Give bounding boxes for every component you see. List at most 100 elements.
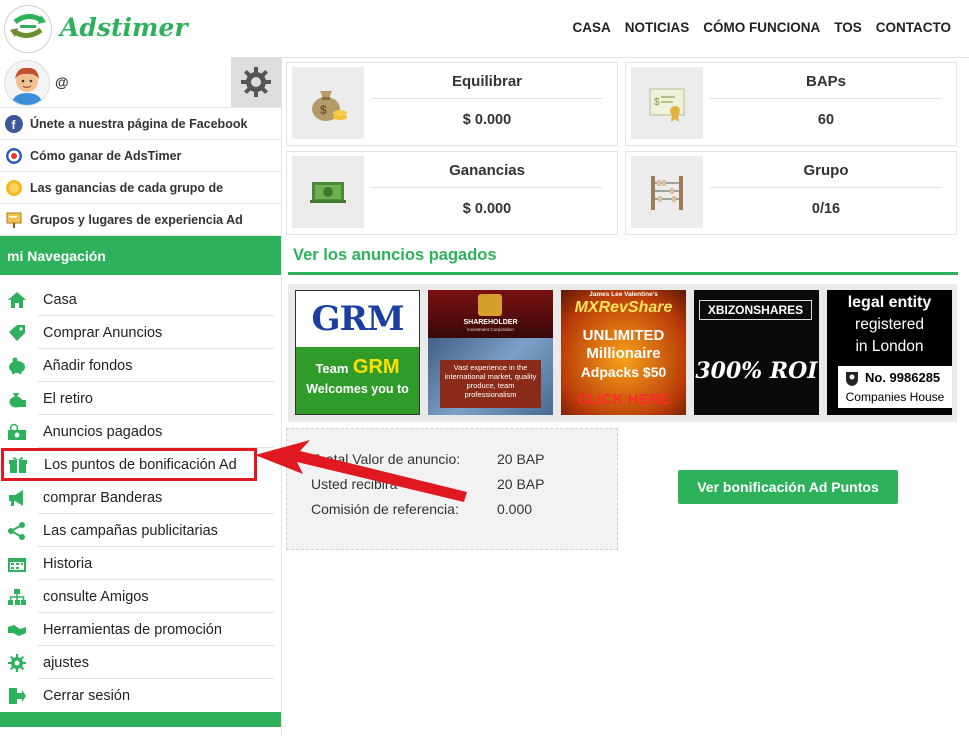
- main-menu: Casa Comprar Anuncios Añadir fondos El r…: [0, 283, 281, 712]
- menu-label-campanas: Las campañas publicitarias: [43, 522, 218, 539]
- section-title: Ver los anuncios pagados: [293, 246, 497, 264]
- nav-noticias[interactable]: NOTICIAS: [625, 20, 690, 35]
- target-icon: [5, 147, 23, 165]
- money-bag-icon: $: [292, 67, 364, 139]
- handshake-icon: [6, 620, 28, 640]
- home-icon: [6, 290, 28, 310]
- menu-item-el-retiro[interactable]: El retiro: [0, 382, 281, 415]
- menu-item-casa[interactable]: Casa: [0, 283, 281, 316]
- ad-grm-welcome: Welcomes you to: [306, 382, 409, 396]
- menu-item-comprar-banderas[interactable]: comprar Banderas: [0, 481, 281, 514]
- nav-casa[interactable]: CASA: [572, 20, 610, 35]
- ad-legal-line2: registered: [855, 316, 924, 333]
- section-divider: [288, 272, 958, 275]
- banknotes-icon: [292, 156, 364, 228]
- menu-item-campanas[interactable]: Las campañas publicitarias: [0, 514, 281, 547]
- logo-icon[interactable]: [4, 5, 52, 53]
- gear-icon: [241, 67, 271, 97]
- ad-mx-click: CLICK HERE: [577, 391, 670, 408]
- username-redacted: [70, 73, 134, 91]
- menu-label-el-retiro: El retiro: [43, 390, 93, 407]
- sidebar-links: f Únete a nuestra página de Facebook Cóm…: [0, 108, 281, 236]
- share-icon: [6, 521, 28, 541]
- logout-icon: [6, 686, 28, 706]
- coin-icon: [5, 179, 23, 197]
- brand-name[interactable]: Adstimer: [60, 13, 188, 42]
- ad-legal-number: No. 9986285: [865, 370, 941, 385]
- ad-groups-link[interactable]: Grupos y lugares de experiencia Ad: [0, 204, 281, 236]
- sitemap-icon: [6, 587, 28, 607]
- ad-banner-shareholder[interactable]: SHAREHOLDER Investment Corporation Vast …: [428, 290, 553, 415]
- menu-item-cerrar-sesion[interactable]: Cerrar sesión: [0, 679, 281, 712]
- menu-item-comprar-anuncios[interactable]: Comprar Anuncios: [0, 316, 281, 349]
- ad-grm-team: Team: [315, 361, 349, 376]
- group-earnings-link[interactable]: Las ganancias de cada grupo de: [0, 172, 281, 204]
- card-title-grupo: Grupo: [803, 162, 849, 179]
- menu-item-herramientas[interactable]: Herramientas de promoción: [0, 613, 281, 646]
- card-equilibrar: $ Equilibrar $ 0.000: [286, 62, 618, 146]
- group-earnings-label: Las ganancias de cada grupo de: [30, 180, 224, 195]
- menu-item-anadir-fondos[interactable]: Añadir fondos: [0, 349, 281, 382]
- menu-label-puntos-bonificacion: Los puntos de bonificación Ad: [44, 456, 237, 473]
- ad-xbiz-brand: XBIZONSHARES: [699, 300, 812, 320]
- svg-text:$: $: [654, 97, 660, 108]
- crest-icon: [843, 369, 861, 392]
- menu-item-consulte-amigos[interactable]: consulte Amigos: [0, 580, 281, 613]
- ad-banner-mxrevshare[interactable]: James Lee Valentine's MXRevShare UNLIMIT…: [561, 290, 686, 415]
- sidebar: @ f Únete a nuestra página de Facebook C…: [0, 57, 282, 736]
- ad-banner-xbizonshares[interactable]: XBIZONSHARES 300% ROI: [694, 290, 819, 415]
- top-nav: CASA NOTICIAS CÓMO FUNCIONA TOS CONTACTO: [572, 20, 951, 35]
- gift-icon: [7, 455, 29, 475]
- menu-label-comprar-banderas: comprar Banderas: [43, 489, 163, 506]
- stat-value-total: 20 BAP: [497, 451, 545, 467]
- ad-legal-house: Companies House: [845, 390, 945, 404]
- profile-panel: @: [0, 57, 281, 108]
- sidebar-footer-bar: [0, 712, 281, 727]
- facebook-page-link[interactable]: f Únete a nuestra página de Facebook: [0, 108, 281, 140]
- ad-shareholder-text: Vast experience in the international mar…: [440, 360, 541, 408]
- menu-label-anuncios-pagados: Anuncios pagados: [43, 423, 163, 440]
- ad-shareholder-sub: Investment Corporation: [467, 327, 514, 332]
- ad-xbiz-roi: 300% ROI: [695, 358, 818, 384]
- ad-mx-unlimited: UNLIMITED: [582, 327, 665, 344]
- menu-label-herramientas: Herramientas de promoción: [43, 621, 222, 638]
- card-value-equilibrar: $ 0.000: [462, 112, 512, 128]
- avatar: [4, 60, 50, 106]
- ad-banner-grm[interactable]: GRM Team GRM Welcomes you to: [295, 290, 420, 415]
- settings-button[interactable]: [231, 57, 281, 107]
- megaphone-icon: [6, 488, 28, 508]
- nav-contacto[interactable]: CONTACTO: [876, 20, 951, 35]
- how-to-earn-link[interactable]: Cómo ganar de AdsTimer: [0, 140, 281, 172]
- card-ganancias: Ganancias $ 0.000: [286, 151, 618, 235]
- menu-label-anadir-fondos: Añadir fondos: [43, 357, 133, 374]
- username: @: [55, 74, 69, 90]
- card-title-ganancias: Ganancias: [449, 162, 525, 179]
- menu-label-comprar-anuncios: Comprar Anuncios: [43, 324, 163, 341]
- nav-header: mi Navegación: [0, 236, 281, 275]
- abacus-icon: [631, 156, 703, 228]
- ad-grm-name: GRM: [352, 356, 400, 378]
- gear-icon: [6, 653, 28, 673]
- menu-label-historia: Historia: [43, 555, 93, 572]
- ad-legal-line3: in London: [855, 338, 924, 355]
- menu-label-ajustes: ajustes: [43, 654, 89, 671]
- ad-groups-label: Grupos y lugares de experiencia Ad: [30, 212, 243, 227]
- facebook-page-label: Únete a nuestra página de Facebook: [30, 116, 248, 131]
- menu-item-historia[interactable]: Historia: [0, 547, 281, 580]
- nav-como-funciona[interactable]: CÓMO FUNCIONA: [703, 20, 820, 35]
- card-value-baps: 60: [817, 112, 835, 128]
- ad-mx-top: James Lee Valentine's: [589, 291, 658, 298]
- ad-mx-millionaire: Millionaire: [586, 345, 661, 362]
- card-grupo: Grupo 0/16: [625, 151, 957, 235]
- top-bar: Adstimer CASA NOTICIAS CÓMO FUNCIONA TOS…: [0, 0, 969, 58]
- card-title-equilibrar: Equilibrar: [451, 73, 522, 90]
- ad-grm-logo: GRM: [311, 299, 405, 339]
- ad-mx-adpacks: Adpacks $50: [580, 364, 667, 380]
- ad-legal-line1: legal entity: [847, 294, 932, 311]
- menu-item-ajustes[interactable]: ajustes: [0, 646, 281, 679]
- menu-item-anuncios-pagados[interactable]: Anuncios pagados: [0, 415, 281, 448]
- ad-banner-legal-entity[interactable]: legal entity registered in London No. 99…: [827, 290, 952, 415]
- view-bonus-points-button[interactable]: Ver bonificación Ad Puntos: [678, 470, 898, 504]
- nav-tos[interactable]: TOS: [834, 20, 862, 35]
- menu-item-puntos-bonificacion[interactable]: Los puntos de bonificación Ad: [1, 448, 257, 481]
